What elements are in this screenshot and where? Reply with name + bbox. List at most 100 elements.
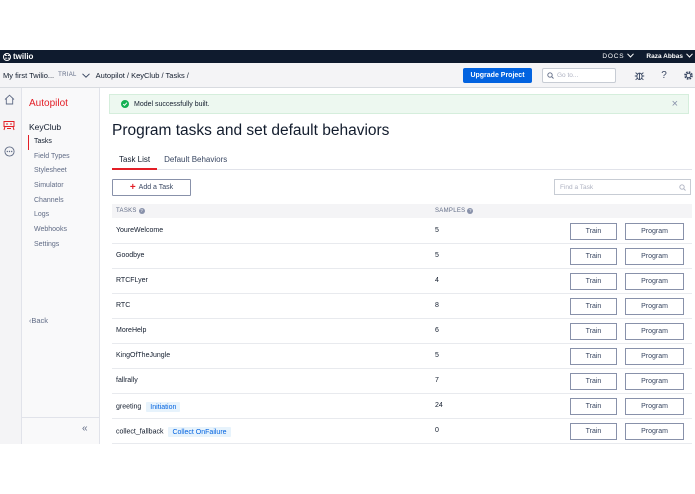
upgrade-project-button[interactable]: Upgrade Project (463, 68, 532, 83)
main-content: Model successfully built. × Program task… (101, 88, 695, 444)
success-alert: Model successfully built. × (109, 94, 689, 114)
sidebar-nav: Tasks Field Types Stylesheet Simulator C… (28, 135, 98, 253)
sidebar-item-webhooks[interactable]: Webhooks (28, 223, 98, 238)
sidebar-footer-divider (22, 417, 99, 418)
trial-badge: TRIAL (58, 72, 77, 78)
table-row: Goodbye 5 Train Program (112, 244, 692, 269)
table-row: greeting Initiation 24 Train Program (112, 394, 692, 419)
gear-icon[interactable] (682, 69, 694, 81)
task-name[interactable]: greeting (116, 404, 141, 411)
table-header: TASKS? SAMPLES? (112, 204, 692, 218)
user-menu[interactable]: Raza Abbas (646, 53, 683, 60)
program-button[interactable]: Program (625, 298, 684, 315)
program-button[interactable]: Program (625, 323, 684, 340)
sidebar-item-simulator[interactable]: Simulator (28, 179, 98, 194)
logo-text: twilio (13, 52, 34, 61)
task-samples: 4 (435, 277, 439, 284)
go-to-placeholder: Go to... (557, 72, 579, 79)
train-button[interactable]: Train (570, 273, 617, 290)
task-name[interactable]: fallrally (116, 377, 138, 384)
back-link[interactable]: ‹Back (29, 316, 48, 325)
more-icon[interactable] (2, 144, 16, 158)
check-circle-icon (121, 100, 129, 108)
help-icon[interactable]: ? (138, 208, 145, 214)
task-samples: 7 (435, 377, 439, 384)
program-button[interactable]: Program (625, 273, 684, 290)
program-button[interactable]: Program (625, 248, 684, 265)
sidebar: Autopilot KeyClub Tasks Field Types Styl… (22, 88, 100, 444)
tab-bar: Task List Default Behaviors (112, 152, 692, 170)
tab-task-list[interactable]: Task List (112, 152, 158, 170)
autopilot-icon[interactable] (2, 118, 16, 132)
task-name[interactable]: RTC (116, 302, 130, 309)
task-name-cell: collect_fallback Collect OnFailure (116, 427, 231, 437)
account-bar: My first Twilio... TRIAL Autopilot / Key… (0, 63, 695, 88)
task-name[interactable]: collect_fallback (116, 429, 163, 436)
task-samples: 6 (435, 327, 439, 334)
app-window: twilio DOCS Raza Abbas My first Twilio..… (0, 50, 695, 444)
task-name[interactable]: Goodbye (116, 252, 144, 259)
home-icon[interactable] (2, 92, 16, 106)
program-button[interactable]: Program (625, 423, 684, 440)
task-samples: 5 (435, 227, 439, 234)
train-button[interactable]: Train (570, 348, 617, 365)
train-button[interactable]: Train (570, 248, 617, 265)
task-name[interactable]: KingOfTheJungle (116, 352, 170, 359)
product-rail (0, 88, 22, 444)
task-name[interactable]: YoureWelcome (116, 227, 163, 234)
add-task-button[interactable]: + Add a Task (112, 179, 191, 196)
train-button[interactable]: Train (570, 373, 617, 390)
train-button[interactable]: Train (570, 398, 617, 415)
twilio-logo[interactable]: twilio (3, 52, 33, 61)
alert-message: Model successfully built. (134, 100, 210, 108)
task-badge: Collect OnFailure (168, 427, 231, 437)
chevron-down-icon[interactable] (627, 53, 635, 60)
sidebar-item-field-types[interactable]: Field Types (28, 150, 98, 165)
top-bar: twilio DOCS Raza Abbas (0, 50, 695, 63)
table-row: KingOfTheJungle 5 Train Program (112, 344, 692, 369)
train-button[interactable]: Train (570, 223, 617, 240)
task-samples: 5 (435, 252, 439, 259)
search-icon (547, 72, 554, 79)
help-icon[interactable]: ? (467, 208, 474, 214)
sidebar-item-tasks[interactable]: Tasks (28, 135, 98, 150)
breadcrumb[interactable]: Autopilot / KeyClub / Tasks / (96, 71, 189, 80)
go-to-search[interactable]: Go to... (542, 68, 616, 83)
chevron-down-icon[interactable] (686, 53, 693, 60)
sidebar-item-settings[interactable]: Settings (28, 238, 98, 253)
bug-icon[interactable] (633, 69, 645, 81)
program-button[interactable]: Program (625, 373, 684, 390)
table-row: MoreHelp 6 Train Program (112, 319, 692, 344)
docs-menu[interactable]: DOCS (602, 53, 624, 60)
task-samples: 0 (435, 427, 439, 434)
help-icon[interactable]: ? (658, 69, 670, 81)
page-title: Program tasks and set default behaviors (112, 122, 390, 139)
sidebar-item-channels[interactable]: Channels (28, 194, 98, 209)
column-header-samples: SAMPLES? (435, 208, 474, 214)
task-name[interactable]: RTCFLyer (116, 277, 148, 284)
program-button[interactable]: Program (625, 348, 684, 365)
close-icon[interactable]: × (672, 99, 678, 110)
train-button[interactable]: Train (570, 323, 617, 340)
train-button[interactable]: Train (570, 423, 617, 440)
top-bar-right: DOCS Raza Abbas (602, 53, 695, 60)
sidebar-section-title[interactable]: KeyClub (29, 122, 61, 132)
train-button[interactable]: Train (570, 298, 617, 315)
find-task-placeholder: Find a Task (560, 183, 594, 191)
task-table-body: YoureWelcome 5 Train Program Goodbye 5 T… (112, 219, 692, 444)
program-button[interactable]: Program (625, 223, 684, 240)
table-row: YoureWelcome 5 Train Program (112, 219, 692, 244)
find-task-input[interactable]: Find a Task (554, 179, 691, 195)
program-button[interactable]: Program (625, 398, 684, 415)
table-row: RTCFLyer 4 Train Program (112, 269, 692, 294)
tab-default-behaviors[interactable]: Default Behaviors (157, 152, 234, 170)
chevron-down-icon[interactable] (81, 71, 90, 80)
account-name[interactable]: My first Twilio... (3, 71, 54, 80)
sidebar-item-logs[interactable]: Logs (28, 208, 98, 223)
collapse-sidebar-icon[interactable]: « (82, 423, 88, 434)
sidebar-product-title[interactable]: Autopilot (29, 98, 68, 109)
sidebar-item-stylesheet[interactable]: Stylesheet (28, 164, 98, 179)
task-name[interactable]: MoreHelp (116, 327, 146, 334)
column-header-tasks: TASKS? (116, 208, 145, 214)
add-task-label: Add a Task (138, 184, 174, 191)
